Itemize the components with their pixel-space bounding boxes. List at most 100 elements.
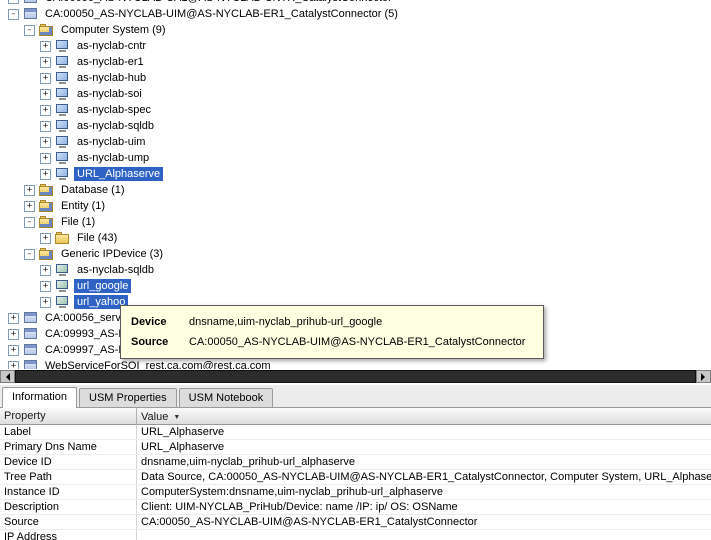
tree-item-label[interactable]: Computer System (9) [58,23,169,37]
table-row[interactable]: Device ID dnsname,uim-nyclab_prihub-url_a… [0,455,711,470]
tab-information[interactable]: Information [2,387,78,408]
tree-item[interactable]: + as-nyclab-spec [0,102,711,118]
tree-item-label[interactable]: as-nyclab-soi [74,87,145,101]
column-header-value[interactable]: Value ▼ [137,408,711,425]
table-row[interactable]: Source CA:00050_AS-NYCLAB-UIM@AS-NYCLAB-E… [0,515,711,530]
tree-item[interactable]: + as-nyclab-hub [0,70,711,86]
expand-icon[interactable]: + [40,104,51,116]
expand-icon[interactable]: + [40,72,51,84]
expand-icon[interactable]: + [40,152,51,164]
property-name-cell: Label [0,425,137,439]
tree-item-label[interactable]: WebServiceForSOI_rest.ca.com@rest.ca.com [42,359,274,369]
scrollbar-thumb[interactable] [15,370,696,383]
tree-item[interactable]: + url_google [0,278,711,294]
expand-icon[interactable]: + [40,264,51,276]
property-name-cell: IP Address [0,530,137,540]
tree-item-label[interactable]: as-nyclab-hub [74,71,149,85]
tree-item[interactable]: - Generic IPDevice (3) [0,246,711,262]
tree-item[interactable]: + as-nyclab-cntr [0,38,711,54]
scroll-left-button[interactable] [0,370,15,383]
tree-item[interactable]: + File (43) [0,230,711,246]
expand-icon[interactable]: + [40,88,51,100]
expand-icon[interactable]: + [8,328,19,340]
expand-icon[interactable]: + [8,344,19,356]
expand-icon[interactable]: + [40,136,51,148]
expand-icon[interactable]: + [40,56,51,68]
tree-item-label[interactable]: Database (1) [58,183,128,197]
tree-item-label[interactable]: as-nyclab-spec [74,103,154,117]
tooltip-row: Device dnsname,uim-nyclab_prihub-url_goog… [131,316,533,328]
tree-item[interactable]: + WebServiceForSOI_rest.ca.com@rest.ca.co… [0,358,711,369]
tree-item-label[interactable]: url_google [74,279,132,293]
sort-icon: ▼ [173,413,181,421]
tree-item[interactable]: - Computer System (9) [0,22,711,38]
table-row[interactable]: Primary Dns Name URL_Alphaserve [0,440,711,455]
property-name-cell: Primary Dns Name [0,440,137,454]
tree-item[interactable]: + as-nyclab-uim [0,134,711,150]
expand-icon[interactable]: + [8,0,19,4]
table-row[interactable]: Description Client: UIM-NYCLAB_PriHub/Dev… [0,500,711,515]
collapse-icon[interactable]: - [24,248,35,260]
computer-icon [55,152,70,164]
tree-item-label[interactable]: Entity (1) [58,199,108,213]
expand-icon[interactable]: + [40,168,51,180]
tree-item[interactable]: + Database (1) [0,182,711,198]
tree-item-label[interactable]: File (1) [58,215,98,229]
tree-item-label[interactable]: URL_Alphaserve [74,167,164,181]
tree-item-label[interactable]: as-nyclab-uim [74,135,148,149]
expand-icon[interactable]: + [40,232,51,244]
computer-icon [55,88,70,100]
connector-icon [23,360,38,369]
horizontal-scrollbar[interactable] [0,369,711,383]
tree-item-label[interactable]: CA:00056_servic [42,311,132,325]
property-value-cell: Client: UIM-NYCLAB_PriHub/Device: name /… [141,501,458,513]
scroll-right-button[interactable] [696,370,711,383]
table-row[interactable]: Label URL_Alphaserve [0,425,711,440]
tree-item[interactable]: + as-nyclab-ump [0,150,711,166]
tree-item[interactable]: - CA:00050_AS-NYCLAB-UIM@AS-NYCLAB-ER1_Ca… [0,6,711,22]
table-row[interactable]: Tree Path Data Source, CA:00050_AS-NYCLAB… [0,470,711,485]
tree-item[interactable]: + Entity (1) [0,198,711,214]
tooltip-key: Source [131,336,169,348]
table-row[interactable]: Instance ID ComputerSystem:dnsname,uim-ny… [0,485,711,500]
expand-icon[interactable]: + [40,120,51,132]
collapse-icon[interactable]: - [8,8,19,20]
column-header-property[interactable]: Property [0,408,137,425]
tree-item[interactable]: + URL_Alphaserve [0,166,711,182]
computer-icon [55,56,70,68]
expand-icon[interactable]: + [24,200,35,212]
tree-item-label[interactable]: CA:00056_AS-NYCLAB-CA1@AS-NYCLAB-CNTR_Ca… [42,0,395,5]
column-header-value-label: Value [141,411,169,423]
tab-usm-notebook[interactable]: USM Notebook [178,388,274,407]
details-panel: Information USM Properties USM Notebook Pr… [0,383,711,540]
collapse-icon[interactable]: - [24,216,35,228]
scrollbar-track[interactable] [15,370,696,383]
tree-item-label[interactable]: as-nyclab-cntr [74,39,149,53]
expand-icon[interactable]: + [40,280,51,292]
tree-item[interactable]: + as-nyclab-soi [0,86,711,102]
details-tabs: Information USM Properties USM Notebook [0,385,711,408]
tree-item[interactable]: + as-nyclab-sqldb [0,118,711,134]
tree-item-label[interactable]: as-nyclab-er1 [74,55,147,69]
expand-icon[interactable]: + [8,360,19,369]
device-icon [55,264,70,276]
tree-item[interactable]: + as-nyclab-er1 [0,54,711,70]
expand-icon[interactable]: + [24,184,35,196]
computer-icon [55,136,70,148]
tree-item-label[interactable]: as-nyclab-ump [74,151,152,165]
expand-icon[interactable]: + [8,312,19,324]
table-row[interactable]: IP Address [0,530,711,540]
tree-item-label[interactable]: Generic IPDevice (3) [58,247,166,261]
collapse-icon[interactable]: - [24,24,35,36]
tree-item[interactable]: + as-nyclab-sqldb [0,262,711,278]
tab-usm-properties[interactable]: USM Properties [79,388,177,407]
expand-icon[interactable]: + [40,296,51,308]
tree-item-label[interactable]: as-nyclab-sqldb [74,119,157,133]
tree-item-label[interactable]: File (43) [74,231,120,245]
tree-item-label[interactable]: as-nyclab-sqldb [74,263,157,277]
connector-icon [23,0,38,4]
computer-icon [55,104,70,116]
tree-item-label[interactable]: CA:00050_AS-NYCLAB-UIM@AS-NYCLAB-ER1_Cat… [42,7,401,21]
expand-icon[interactable]: + [40,40,51,52]
tree-item[interactable]: - File (1) [0,214,711,230]
